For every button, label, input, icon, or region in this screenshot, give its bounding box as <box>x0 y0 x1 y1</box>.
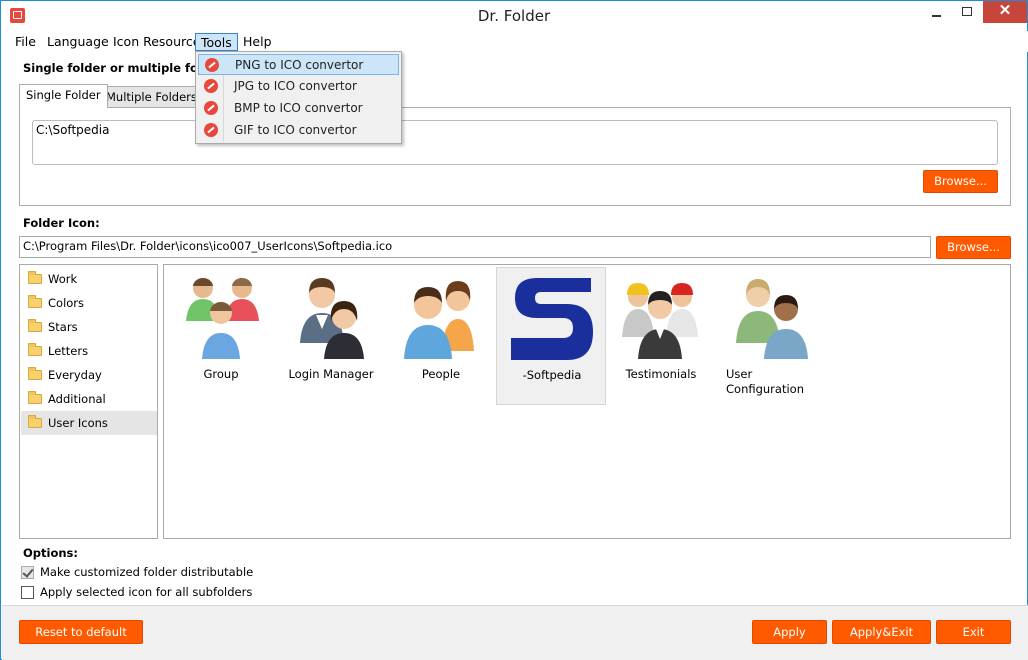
category-work[interactable]: Work <box>21 267 157 291</box>
menu-help[interactable]: Help <box>238 33 277 51</box>
exit-button[interactable]: Exit <box>936 620 1011 644</box>
wrench-icon <box>204 101 218 115</box>
icon-item-login-manager[interactable]: Login Manager <box>276 267 386 405</box>
menu-item-label: PNG to ICO convertor <box>235 58 364 72</box>
icon-item-people[interactable]: People <box>386 267 496 405</box>
category-additional[interactable]: Additional <box>21 387 157 411</box>
folder-icon <box>28 391 42 404</box>
category-user-icons[interactable]: User Icons <box>21 411 157 435</box>
apply-exit-button[interactable]: Apply&Exit <box>832 620 931 644</box>
wrench-icon <box>204 79 218 93</box>
icon-item-group[interactable]: Group <box>166 267 276 405</box>
single-folder-panel: C:\Softpedia Browse... <box>19 107 1011 206</box>
folder-icon <box>28 295 42 308</box>
icon-item-softpedia[interactable]: -Softpedia <box>496 267 606 405</box>
icon-gallery: Group Login Manager People -Softpedia Te… <box>163 264 1011 539</box>
app-window: Dr. Folder ✕ File Language Icon Resource… <box>0 0 1028 660</box>
tab-multiple-folders[interactable]: Multiple Folders <box>99 86 204 108</box>
wrench-icon <box>205 58 219 72</box>
folder-icon-label: Folder Icon: <box>23 216 100 230</box>
icon-label: -Softpedia <box>522 368 582 382</box>
category-label: Stars <box>48 320 78 334</box>
category-label: Additional <box>48 392 106 406</box>
testimonials-icon <box>622 283 698 359</box>
menu-bar: File Language Icon Resource Tools Help <box>2 31 1028 52</box>
icon-label: Testimonials <box>625 367 697 381</box>
category-colors[interactable]: Colors <box>21 291 157 315</box>
browse-folder-button[interactable]: Browse... <box>923 170 998 193</box>
reset-to-default-button[interactable]: Reset to default <box>19 620 143 644</box>
subfolders-checkbox[interactable] <box>21 586 34 599</box>
window-title: Dr. Folder <box>477 7 551 25</box>
folder-icon <box>28 271 42 284</box>
icon-label: User Configuration <box>726 367 804 396</box>
distributable-checkbox[interactable] <box>21 566 34 579</box>
category-label: User Icons <box>48 416 108 430</box>
folder-icon <box>28 343 42 356</box>
menu-tools[interactable]: Tools <box>195 33 238 51</box>
category-list: Work Colors Stars Letters Everyday Addit… <box>19 264 158 539</box>
title-bar[interactable]: Dr. Folder ✕ <box>1 1 1027 31</box>
menu-file[interactable]: File <box>10 33 41 51</box>
menu-icon-resource[interactable]: Icon Resource <box>108 33 205 51</box>
login-manager-icon <box>300 278 364 359</box>
browse-icon-button[interactable]: Browse... <box>936 236 1011 259</box>
menu-language[interactable]: Language <box>42 33 114 51</box>
category-label: Letters <box>48 344 89 358</box>
category-letters[interactable]: Letters <box>21 339 157 363</box>
maximize-icon <box>962 7 972 16</box>
close-icon: ✕ <box>998 2 1012 19</box>
minimize-icon <box>931 15 941 17</box>
minimize-button[interactable] <box>921 1 951 23</box>
menu-item-gif-to-ico[interactable]: GIF to ICO convertor <box>198 120 399 141</box>
menu-item-label: JPG to ICO convertor <box>234 79 357 93</box>
menu-item-label: BMP to ICO convertor <box>234 101 363 115</box>
menu-item-bmp-to-ico[interactable]: BMP to ICO convertor <box>198 98 399 119</box>
icon-path-input[interactable]: C:\Program Files\Dr. Folder\icons\ico007… <box>19 236 931 258</box>
menu-item-label: GIF to ICO convertor <box>234 123 357 137</box>
apply-button[interactable]: Apply <box>752 620 827 644</box>
close-button[interactable]: ✕ <box>983 1 1027 23</box>
tools-dropdown: PNG to ICO convertor JPG to ICO converto… <box>195 51 402 144</box>
category-label: Everyday <box>48 368 102 382</box>
menu-item-jpg-to-ico[interactable]: JPG to ICO convertor <box>198 76 399 97</box>
people-icon <box>404 281 474 359</box>
maximize-button[interactable] <box>952 1 982 23</box>
folder-icon <box>28 367 42 380</box>
group-icon <box>186 277 259 359</box>
folder-icon <box>28 415 42 428</box>
category-everyday[interactable]: Everyday <box>21 363 157 387</box>
folder-path-field[interactable]: C:\Softpedia <box>32 120 998 165</box>
icon-item-testimonials[interactable]: Testimonials <box>606 267 716 405</box>
subfolders-label: Apply selected icon for all subfolders <box>40 585 253 599</box>
icon-label: People <box>421 367 461 381</box>
tab-single-folder[interactable]: Single Folder <box>19 84 108 108</box>
folder-icon <box>28 319 42 332</box>
softpedia-logo-icon <box>511 278 593 360</box>
wrench-icon <box>204 123 218 137</box>
user-configuration-icon <box>736 279 808 359</box>
icon-label: Group <box>203 367 239 381</box>
distributable-label: Make customized folder distributable <box>40 565 254 579</box>
category-stars[interactable]: Stars <box>21 315 157 339</box>
menu-item-png-to-ico[interactable]: PNG to ICO convertor <box>198 54 399 75</box>
icon-item-user-configuration[interactable]: User Configuration <box>716 267 826 405</box>
category-label: Work <box>48 272 78 286</box>
options-label: Options: <box>23 546 78 560</box>
icon-label: Login Manager <box>288 367 374 381</box>
category-label: Colors <box>48 296 85 310</box>
